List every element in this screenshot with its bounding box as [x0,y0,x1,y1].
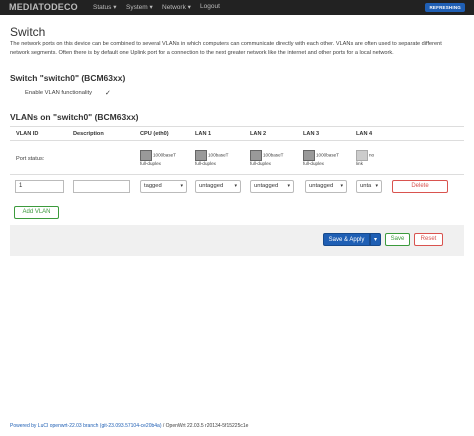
port-duplex: full-duplex [140,161,161,166]
port-speed: 1000baseT [153,152,176,158]
refreshing-indicator[interactable]: REFRESHING [425,3,465,12]
ethernet-port-icon [140,150,152,161]
select-value: unta [360,183,372,189]
page-title: Switch [10,25,46,39]
port-duplex: full-duplex [303,161,324,166]
save-apply-dropdown[interactable]: ▾ [370,233,381,246]
caret-down-icon: ▾ [149,4,153,11]
port-status-lan1: 100baseT full-duplex [195,150,228,167]
save-apply-button[interactable]: Save & Apply [323,233,370,246]
delete-vlan-button[interactable]: Delete [392,180,448,193]
col-description: Description [73,131,104,137]
col-lan2: LAN 2 [250,131,267,137]
menu-network[interactable]: Network ▾ [162,3,191,11]
port-status-lan4: no link [356,150,374,167]
col-lan4: LAN 4 [356,131,373,137]
port-duplex: full-duplex [195,161,216,166]
menu-system-label: System [126,4,148,11]
footer: Powered by LuCI openwrt-22.03 branch (gi… [10,423,248,429]
select-value: untagged [199,183,224,189]
menu-logout[interactable]: Logout [200,3,220,10]
port-speed: 100baseT [263,152,284,158]
chevron-down-icon: ▾ [234,183,237,189]
port-status-lan3: 1000baseT full-duplex [303,150,339,167]
caret-down-icon: ▾ [113,4,117,11]
port-status-lan2: 100baseT full-duplex [250,150,283,167]
lan3-membership-select[interactable]: untagged ▾ [305,180,347,193]
chevron-down-icon: ▾ [375,183,378,189]
table-row-divider [10,174,464,175]
vlan-id-input[interactable]: 1 [15,180,64,193]
lan4-membership-select[interactable]: unta ▾ [356,180,382,193]
cpu-membership-select[interactable]: tagged ▾ [140,180,187,193]
enable-vlan-checkbox[interactable]: ✓ [105,89,111,97]
page-description: The network ports on this device can be … [10,41,442,56]
lan2-membership-select[interactable]: untagged ▾ [250,180,294,193]
col-lan1: LAN 1 [195,131,212,137]
ethernet-port-icon [303,150,315,161]
menu-system[interactable]: System ▾ [126,3,153,11]
enable-vlan-label: Enable VLAN functionality [25,90,93,96]
col-vlan-id: VLAN ID [16,131,39,137]
caret-down-icon: ▾ [187,4,191,11]
port-status-cpu: 1000baseT full-duplex [140,150,176,167]
menu-status-label: Status [93,4,112,11]
chevron-down-icon: ▾ [340,183,343,189]
brand-logo[interactable]: MEDIATODECO [9,2,78,12]
chevron-down-icon: ▾ [287,183,290,189]
select-value: tagged [144,183,162,189]
ethernet-port-icon [195,150,207,161]
ethernet-port-icon [250,150,262,161]
select-value: untagged [309,183,334,189]
checkmark-icon: ✓ [105,90,111,97]
port-status-label: Port status: [16,156,45,162]
vlan-description-input[interactable] [73,180,130,193]
top-navbar: MEDIATODECO Status ▾ System ▾ Network ▾ … [0,0,474,15]
port-duplex: link [356,161,363,166]
col-cpu: CPU (eth0) [140,131,169,137]
luci-footer-link[interactable]: Powered by LuCI openwrt-22.03 branch (gi… [10,423,162,429]
port-speed: no [369,152,375,158]
caret-down-icon: ▾ [373,237,377,243]
select-value: untagged [254,183,279,189]
port-duplex: full-duplex [250,161,271,166]
port-speed: 1000baseT [316,152,339,158]
reset-button[interactable]: Reset [414,233,443,246]
save-button[interactable]: Save [385,233,410,246]
port-speed: 100baseT [208,152,229,158]
table-top-divider [10,126,464,127]
menu-status[interactable]: Status ▾ [93,3,117,11]
lan1-membership-select[interactable]: untagged ▾ [195,180,241,193]
menu-logout-label: Logout [200,3,220,10]
footer-version: / OpenWrt 22.03.5 r20134-5f15225c1e [161,423,249,429]
vlans-section-heading: VLANs on "switch0" (BCM63xx) [10,112,139,122]
col-lan3: LAN 3 [303,131,320,137]
add-vlan-button[interactable]: Add VLAN [14,206,59,219]
chevron-down-icon: ▾ [180,183,183,189]
ethernet-port-disconnected-icon [356,150,368,161]
switch-section-heading: Switch "switch0" (BCM63xx) [10,73,126,83]
menu-network-label: Network [162,4,186,11]
table-header-divider [10,140,464,141]
